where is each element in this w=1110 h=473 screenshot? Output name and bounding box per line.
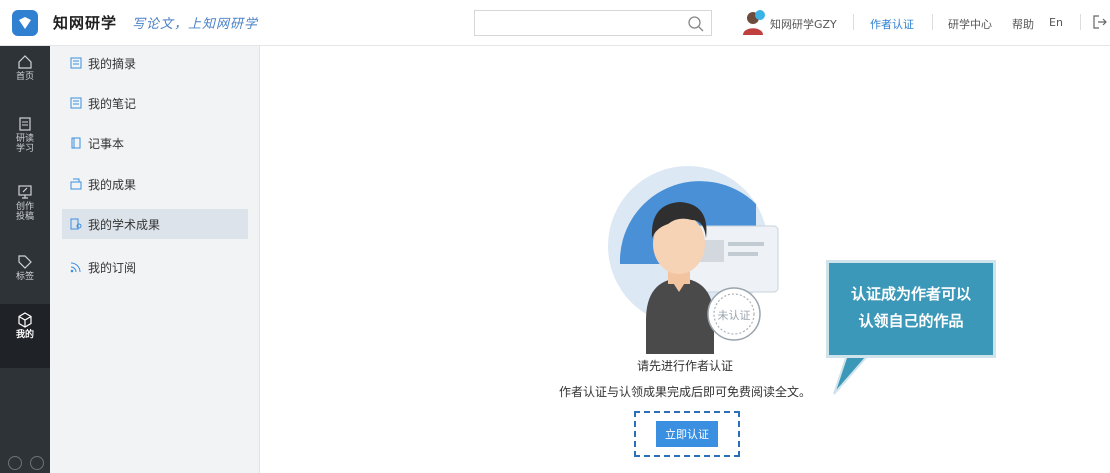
rss-icon [70, 262, 81, 273]
nav-divider [853, 14, 854, 30]
rail-item-tags[interactable]: 标签 [0, 246, 50, 304]
user-cube-icon [18, 312, 32, 328]
note-icon [70, 97, 82, 109]
brand-slogan: 写论文，上知网研学 [132, 17, 259, 32]
rail-label: 我的 [15, 330, 34, 340]
tag-icon [18, 255, 32, 269]
subnav-item-achievements[interactable]: 我的成果 [62, 169, 248, 199]
rail-item-mine[interactable]: 我的 [0, 304, 50, 368]
subnav-item-notes[interactable]: 我的笔记 [62, 88, 248, 118]
rail-label: 首页 [15, 72, 34, 82]
forward-circle-icon[interactable] [30, 456, 44, 470]
study-icon [19, 117, 31, 131]
write-icon [18, 185, 32, 199]
excerpt-icon [70, 57, 82, 69]
home-icon [18, 55, 32, 69]
main-content: 未认证 请先进行作者认证 作者认证与认领成果完成后即可免费阅读全文。 立即认证 … [260, 46, 1110, 473]
nav-author-verify[interactable]: 作者认证 [870, 16, 914, 32]
user-avatar[interactable] [740, 9, 766, 35]
rail-label: 创作 投稿 [15, 202, 34, 222]
subnav-item-notebook[interactable]: 记事本 [62, 128, 248, 158]
subnav-item-academic[interactable]: 我的学术成果 [62, 209, 248, 239]
academic-icon [70, 218, 82, 230]
sub-sidebar: 我的摘录 我的笔记 记事本 我的成果 我的学术成果 我的订阅 [50, 46, 260, 473]
prompt-title: 请先进行作者认证 [636, 359, 733, 373]
user-name[interactable]: 知网研学GZY [770, 16, 837, 32]
logo-icon[interactable] [12, 10, 38, 36]
rail-item-write[interactable]: 创作 投稿 [0, 176, 50, 234]
unverified-author-illustration: 未认证 [608, 166, 779, 354]
search-input[interactable] [475, 11, 691, 35]
nav-divider [1080, 14, 1081, 30]
rail-item-study[interactable]: 研读 学习 [0, 108, 50, 166]
nav-divider [932, 14, 933, 30]
brand-name[interactable]: 知网研学 [53, 12, 117, 33]
logout-icon[interactable] [1093, 15, 1107, 29]
subnav-label: 记事本 [88, 136, 125, 151]
back-circle-icon[interactable] [8, 456, 22, 470]
subnav-item-subscriptions[interactable]: 我的订阅 [62, 252, 248, 282]
rail-item-home[interactable]: 首页 [0, 46, 50, 104]
subnav-label: 我的学术成果 [88, 217, 161, 232]
callout-line: 认证成为作者可以 [850, 285, 971, 303]
verify-now-button[interactable]: 立即认证 [656, 421, 718, 447]
subnav-label: 我的订阅 [88, 260, 137, 275]
tip-callout: 认证成为作者可以 认领自己的作品 [826, 260, 996, 358]
subnav-item-excerpts[interactable]: 我的摘录 [62, 48, 248, 78]
prompt-description: 作者认证与认领成果完成后即可免费阅读全文。 [558, 385, 811, 399]
nav-help[interactable]: 帮助 [1012, 16, 1034, 32]
notebook-icon [71, 137, 81, 149]
nav-language[interactable]: En [1049, 16, 1063, 29]
subnav-label: 我的成果 [88, 177, 137, 192]
top-header: 知网研学 写论文，上知网研学 知网研学GZY 作者认证 研学中心 帮助 En [0, 0, 1110, 46]
subnav-label: 我的摘录 [88, 56, 137, 71]
search-icon[interactable] [687, 15, 705, 33]
nav-research-center[interactable]: 研学中心 [948, 16, 992, 32]
callout-line: 认领自己的作品 [858, 312, 964, 330]
search-box [474, 10, 712, 36]
unverified-stamp: 未认证 [718, 309, 751, 322]
rail-label: 标签 [15, 272, 34, 282]
achievement-icon [70, 178, 82, 190]
rail-label: 研读 学习 [15, 134, 34, 154]
verify-button-highlight: 立即认证 [634, 411, 740, 457]
main-nav-rail: 首页 研读 学习 创作 投稿 标签 我的 [0, 46, 132, 473]
subnav-label: 我的笔记 [88, 96, 137, 111]
